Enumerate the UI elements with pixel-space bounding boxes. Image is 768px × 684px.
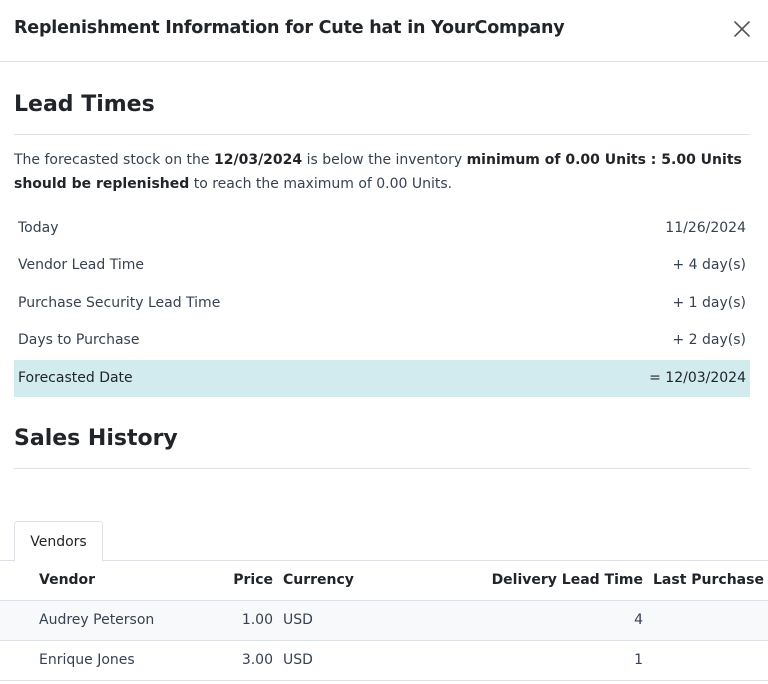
lead-times-divider [14, 134, 750, 135]
vendor-price: 3.00 [241, 652, 273, 668]
dialog-title: Replenishment Information for Cute hat i… [14, 18, 565, 38]
lead-times-heading: Lead Times [14, 92, 155, 117]
vendor-price: 1.00 [241, 612, 273, 628]
lead-time-value: + 4 day(s) [672, 257, 746, 273]
vendor-name: Enrique Jones [39, 652, 135, 668]
lead-time-row-vendor: Vendor Lead Time + 4 day(s) [14, 247, 750, 284]
sales-history-heading: Sales History [14, 426, 178, 451]
replenishment-message: The forecasted stock on the 12/03/2024 i… [14, 148, 750, 196]
message-part3: to reach the maximum of 0.00 Units. [189, 176, 453, 192]
tab-vendors[interactable]: Vendors [14, 521, 103, 562]
table-row[interactable]: Audrey Peterson 1.00 USD 4 [0, 601, 768, 641]
notebook-tabs: Vendors [0, 521, 768, 562]
vendor-currency: USD [283, 652, 313, 668]
vendor-currency: USD [283, 612, 313, 628]
lead-time-label: Purchase Security Lead Time [18, 295, 221, 311]
close-icon[interactable] [730, 17, 754, 41]
vendor-delivery-lead-time: 4 [634, 612, 643, 628]
lead-time-label: Forecasted Date [18, 370, 133, 386]
sales-history-divider [14, 468, 750, 469]
lead-time-row-security: Purchase Security Lead Time + 1 day(s) [14, 285, 750, 322]
column-header-currency[interactable]: Currency [283, 572, 354, 588]
table-header-row: Vendor Price Currency Delivery Lead Time… [0, 561, 768, 601]
lead-time-value: 11/26/2024 [665, 220, 746, 236]
replenishment-dialog: Replenishment Information for Cute hat i… [0, 0, 768, 684]
dialog-header: Replenishment Information for Cute hat i… [0, 0, 768, 62]
lead-time-label: Today [18, 220, 59, 236]
lead-time-row-days-to-purchase: Days to Purchase + 2 day(s) [14, 322, 750, 359]
lead-time-value: = 12/03/2024 [649, 370, 746, 386]
lead-time-label: Vendor Lead Time [18, 257, 144, 273]
lead-time-row-forecasted-date: Forecasted Date = 12/03/2024 [14, 360, 750, 397]
lead-time-label: Days to Purchase [18, 332, 140, 348]
table-row[interactable]: Enrique Jones 3.00 USD 1 [0, 641, 768, 681]
column-header-delivery-lead-time[interactable]: Delivery Lead Time [492, 572, 643, 588]
vendor-delivery-lead-time: 1 [634, 652, 643, 668]
message-part2: is below the inventory [302, 152, 467, 168]
column-header-vendor[interactable]: Vendor [39, 572, 95, 588]
lead-time-row-today: Today 11/26/2024 [14, 210, 750, 247]
message-part1: The forecasted stock on the [14, 152, 214, 168]
lead-time-value: + 2 day(s) [672, 332, 746, 348]
lead-time-value: + 1 day(s) [672, 295, 746, 311]
message-date: 12/03/2024 [213, 152, 303, 168]
column-header-price[interactable]: Price [233, 572, 273, 588]
column-header-last-purchase[interactable]: Last Purchase [653, 572, 764, 588]
vendor-name: Audrey Peterson [39, 612, 155, 628]
